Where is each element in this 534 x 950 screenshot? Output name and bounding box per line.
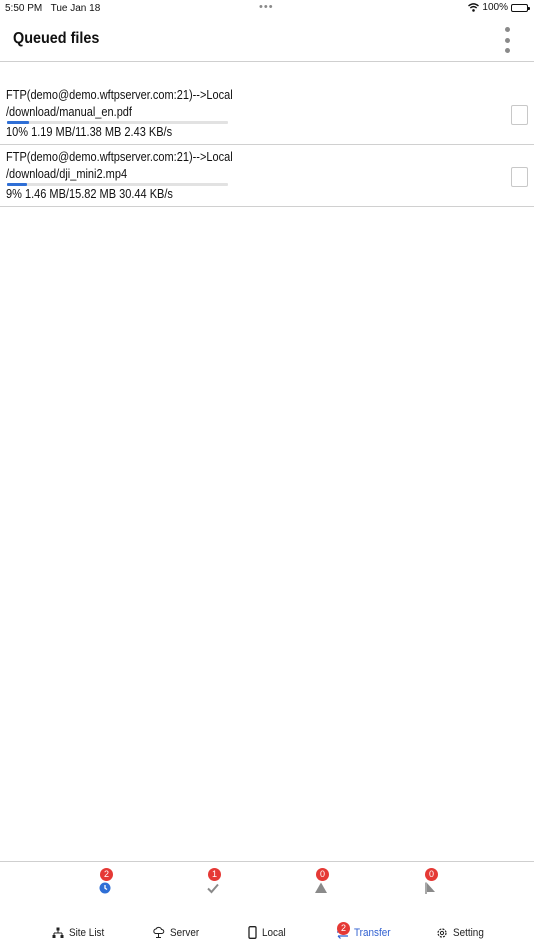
file-path: /download/dji_mini2.mp4 [6, 167, 128, 181]
status-date: Tue Jan 18 [50, 3, 101, 14]
tab-label: Site List [69, 926, 105, 939]
progress-fill [7, 183, 27, 186]
checkmark-icon [207, 883, 219, 894]
tab-label: Server [170, 926, 200, 939]
tab-transfer[interactable]: 2 Transfer [336, 914, 395, 950]
sitemap-icon [52, 927, 64, 938]
progress-fill [7, 121, 30, 124]
file-path: /download/manual_en.pdf [6, 105, 132, 119]
multitasking-dots[interactable]: ••• [259, 1, 274, 13]
status-filter-bar: 2 1 0 0 [0, 862, 534, 907]
tab-bar: Site List Server Local 2 Transfer Settin… [0, 914, 534, 950]
transfer-icon-wrap: 2 [336, 922, 350, 939]
tab-setting[interactable]: Setting [436, 914, 487, 950]
status-right: 100% [468, 2, 530, 13]
tab-label: Local [262, 926, 286, 939]
clock-icon [99, 882, 111, 894]
phone-icon [248, 926, 257, 939]
tab-label: Transfer [354, 926, 391, 939]
more-vertical-icon[interactable] [496, 22, 518, 58]
failed-filter[interactable]: 0 [310, 868, 334, 898]
transfer-stats: 10% 1.19 MB/11.38 MB 2.43 KB/s [6, 125, 173, 139]
transfer-tab-badge: 2 [337, 922, 350, 935]
tab-site-list[interactable]: Site List [52, 914, 108, 950]
progress-bar [7, 183, 228, 186]
transfer-route: FTP(demo@demo.wftpserver.com:21)-->Local [6, 150, 233, 164]
gear-icon [437, 927, 447, 938]
battery-percent: 100% [482, 2, 508, 13]
stopped-filter[interactable]: 0 [419, 868, 443, 898]
queue-item[interactable]: FTP(demo@demo.wftpserver.com:21)-->Local… [0, 83, 534, 145]
select-checkbox[interactable] [511, 167, 528, 187]
tab-label: Setting [453, 926, 484, 939]
queue-list: FTP(demo@demo.wftpserver.com:21)-->Local… [0, 83, 534, 207]
page-title: Queued files [13, 30, 100, 47]
wifi-icon [468, 3, 480, 12]
transfer-route: FTP(demo@demo.wftpserver.com:21)-->Local [6, 88, 233, 102]
transfer-stats: 9% 1.46 MB/15.82 MB 30.44 KB/s [6, 187, 173, 201]
stop-flag-icon [425, 882, 435, 894]
header: Queued files [0, 18, 534, 62]
tab-server[interactable]: Server [152, 914, 202, 950]
queued-filter[interactable]: 2 [94, 868, 118, 898]
select-checkbox[interactable] [511, 105, 528, 125]
tab-local[interactable]: Local [248, 914, 288, 950]
queue-item[interactable]: FTP(demo@demo.wftpserver.com:21)-->Local… [0, 145, 534, 207]
status-bar: 5:50 PM Tue Jan 18 ••• 100% [0, 0, 534, 18]
completed-filter[interactable]: 1 [202, 868, 226, 898]
progress-bar [7, 121, 228, 124]
bottom-area: 2 1 0 0 Site List Server Local 2 Transfe… [0, 861, 534, 950]
warning-icon [315, 882, 327, 893]
battery-icon [511, 3, 530, 12]
cloud-icon [153, 926, 165, 938]
status-time: 5:50 PM Tue Jan 18 [5, 3, 101, 14]
